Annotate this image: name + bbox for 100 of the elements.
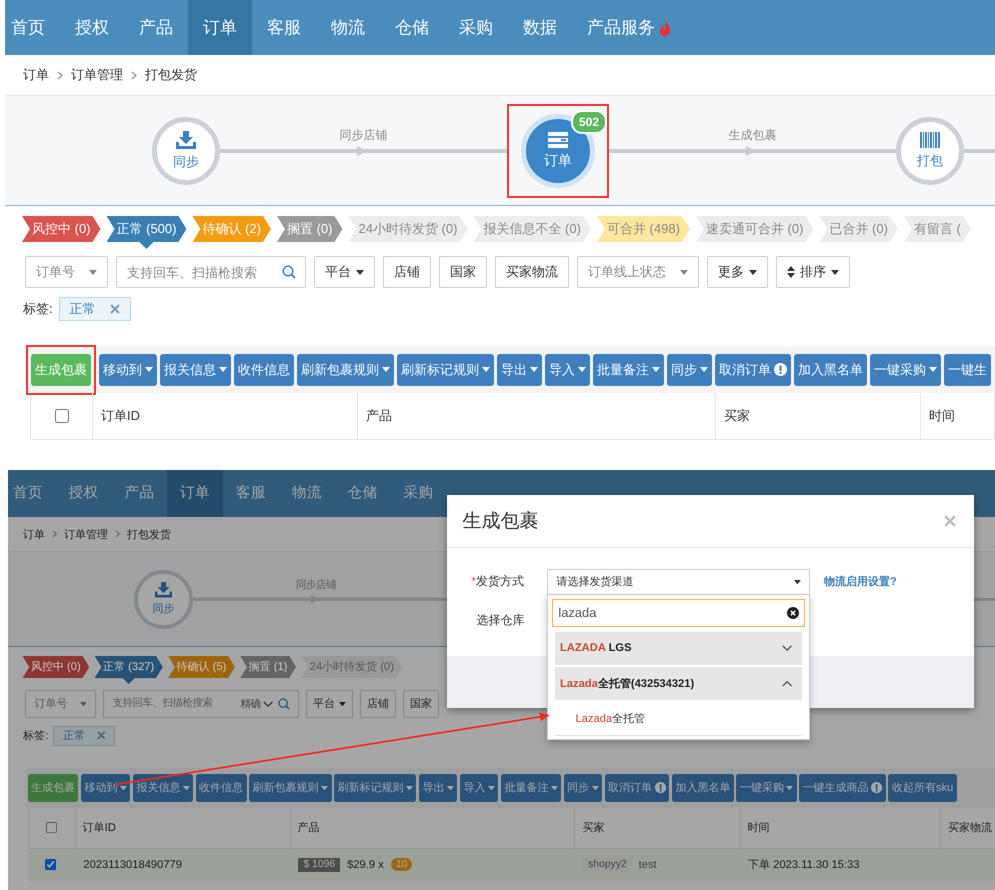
nav-tab[interactable]: 仓储 bbox=[380, 0, 444, 55]
toolbar-button[interactable]: 生成包裹 bbox=[31, 354, 91, 386]
sort-button[interactable]: 排序 bbox=[776, 256, 850, 288]
filter-button[interactable]: 店铺 bbox=[360, 690, 396, 718]
toolbar-button[interactable]: 报关信息 bbox=[132, 774, 194, 802]
toolbar-button[interactable]: 刷新标记规则 bbox=[397, 354, 494, 386]
tag-chip[interactable]: 正常 bbox=[53, 726, 116, 746]
nav-tab[interactable]: 授权 bbox=[60, 0, 124, 55]
status-tab[interactable]: 24小时待发货 (0) bbox=[348, 216, 468, 242]
breadcrumb-link[interactable]: 打包发货 bbox=[145, 66, 197, 84]
toolbar-button[interactable]: 刷新包裹规则 bbox=[249, 774, 332, 802]
tag-chip[interactable]: 正常 bbox=[58, 297, 131, 321]
toolbar-button[interactable]: 报关信息 bbox=[160, 354, 231, 386]
status-tab[interactable]: 有留言 ( bbox=[904, 216, 971, 242]
filter-button[interactable]: 店铺 bbox=[383, 256, 431, 288]
dropdown-option[interactable]: Lazada全托管 bbox=[554, 702, 802, 736]
nav-tab[interactable]: 授权 bbox=[56, 470, 112, 518]
filter-button[interactable]: 国家 bbox=[402, 690, 439, 718]
status-tab[interactable]: 正常 (327) bbox=[94, 656, 163, 684]
toolbar-button[interactable]: 收起所有sku bbox=[888, 774, 957, 802]
mode-select[interactable]: 精确 bbox=[240, 697, 274, 712]
toolbar-button[interactable]: 导入 bbox=[460, 774, 498, 802]
nav-tab[interactable]: 数据 bbox=[508, 0, 572, 55]
status-tab[interactable]: 搁置 (1) bbox=[240, 656, 296, 678]
toolbar-button[interactable]: 取消订单 bbox=[604, 774, 670, 802]
toolbar-button[interactable]: 一键生成商品 bbox=[799, 774, 886, 802]
nav-tab[interactable]: 产品 bbox=[124, 0, 188, 55]
status-tab[interactable]: 已合并 (0) bbox=[819, 216, 898, 242]
dropdown-group[interactable]: LAZADA LGS bbox=[554, 632, 802, 664]
step-button[interactable]: 打包 bbox=[896, 116, 964, 184]
status-tab[interactable]: 正常 (500) bbox=[106, 216, 186, 249]
checkbox[interactable] bbox=[46, 822, 58, 834]
status-tab[interactable]: 速卖通可合并 (0) bbox=[696, 216, 814, 242]
toolbar-button[interactable]: 收件信息 bbox=[196, 774, 247, 802]
breadcrumb-link[interactable]: 打包发货 bbox=[127, 526, 172, 542]
step-button[interactable]: 同步 bbox=[152, 116, 220, 184]
nav-tab[interactable]: 产品 bbox=[112, 470, 168, 518]
toolbar-button[interactable]: 导出 bbox=[419, 774, 458, 802]
checkbox[interactable] bbox=[45, 858, 58, 871]
toolbar-button[interactable]: 一键采购 bbox=[736, 774, 797, 802]
select-field[interactable]: 订单线上状态 bbox=[577, 256, 699, 288]
toolbar-button[interactable]: 一键采购 bbox=[870, 354, 941, 386]
toolbar-button[interactable]: 刷新标记规则 bbox=[334, 774, 416, 802]
toolbar-button[interactable]: 批量备注 bbox=[500, 774, 562, 802]
toolbar-button[interactable]: 导出 bbox=[497, 354, 542, 386]
status-tab[interactable]: 报关信息不全 (0) bbox=[473, 216, 591, 242]
nav-tab[interactable]: 产品服务 bbox=[572, 0, 686, 55]
dropdown-button[interactable]: 更多 bbox=[707, 256, 768, 288]
search-field[interactable]: 支持回车、扫描枪搜索 bbox=[116, 256, 306, 288]
nav-tab[interactable]: 订单 bbox=[188, 0, 252, 55]
toolbar-button[interactable]: 同步 bbox=[564, 774, 602, 802]
nav-tab[interactable]: 订单 bbox=[167, 470, 224, 518]
status-tab[interactable]: 风控中 (0) bbox=[22, 216, 100, 242]
nav-tab[interactable]: 首页 bbox=[8, 470, 56, 518]
nav-tab[interactable]: 采购 bbox=[444, 0, 508, 55]
toolbar-button[interactable]: 批量备注 bbox=[593, 354, 664, 386]
nav-tab[interactable]: 仓储 bbox=[334, 470, 390, 518]
nav-tab[interactable]: 物流 bbox=[316, 0, 380, 55]
toolbar-button[interactable]: 加入黑名单 bbox=[672, 774, 734, 802]
nav-tab[interactable]: 客服 bbox=[223, 470, 279, 518]
toolbar-button[interactable]: 一键生 bbox=[944, 354, 991, 386]
status-tab[interactable]: 待确认 (5) bbox=[168, 656, 235, 678]
toolbar-button[interactable]: 取消订单 bbox=[715, 354, 791, 386]
help-link[interactable]: 物流启用设置? bbox=[824, 574, 897, 590]
toolbar-button[interactable]: 导入 bbox=[545, 354, 590, 386]
status-tab[interactable]: 可合并 (498) bbox=[596, 216, 690, 242]
toolbar-button[interactable]: 移动到 bbox=[99, 354, 157, 386]
dropdown-button[interactable]: 平台 bbox=[314, 256, 375, 288]
select-field[interactable]: 订单号 bbox=[24, 690, 96, 718]
status-tab[interactable]: 24小时待发货 (0) bbox=[301, 656, 403, 678]
download-icon bbox=[176, 130, 196, 148]
filter-button[interactable]: 国家 bbox=[439, 256, 487, 288]
table-cell-text: 下单 2023.11.30 15:33 bbox=[747, 858, 860, 872]
nav-tab[interactable]: 物流 bbox=[278, 470, 335, 518]
nav-tab[interactable]: 采购 bbox=[390, 470, 446, 518]
nav-tab[interactable]: 首页 bbox=[5, 0, 60, 55]
count-badge: 502 bbox=[570, 110, 607, 134]
breadcrumb-link[interactable]: 订单管理 bbox=[64, 526, 108, 542]
dropdown-group[interactable]: Lazada全托管(432534321) bbox=[554, 667, 802, 700]
nav-tab[interactable]: 客服 bbox=[252, 0, 316, 55]
step-button[interactable]: 同步 bbox=[134, 570, 193, 629]
filter-button[interactable]: 买家物流 bbox=[495, 256, 569, 288]
select-field[interactable]: 订单号 bbox=[25, 256, 108, 288]
price-tag: $ 1096 bbox=[298, 858, 340, 872]
checkbox[interactable] bbox=[54, 409, 68, 423]
breadcrumb-link[interactable]: 订单管理 bbox=[71, 66, 123, 84]
dropdown-button[interactable]: 平台 bbox=[306, 690, 354, 718]
toolbar-button[interactable]: 加入黑名单 bbox=[794, 354, 867, 386]
breadcrumb-link[interactable]: 订单 bbox=[23, 66, 49, 84]
toolbar-button[interactable]: 刷新包裹规则 bbox=[297, 354, 394, 386]
breadcrumb-link[interactable]: 订单 bbox=[23, 526, 46, 542]
close-button[interactable] bbox=[942, 513, 958, 529]
toolbar-button[interactable]: 生成包裹 bbox=[28, 774, 78, 802]
status-tab[interactable]: 风控中 (0) bbox=[22, 656, 90, 678]
toolbar-button[interactable]: 收件信息 bbox=[234, 354, 294, 386]
search-field[interactable]: lazada bbox=[552, 599, 805, 627]
toolbar-button[interactable]: 同步 bbox=[667, 354, 712, 386]
toolbar-button[interactable]: 移动到 bbox=[80, 774, 130, 802]
status-tab[interactable]: 搁置 (0) bbox=[276, 216, 342, 242]
status-tab[interactable]: 待确认 (2) bbox=[192, 216, 271, 242]
